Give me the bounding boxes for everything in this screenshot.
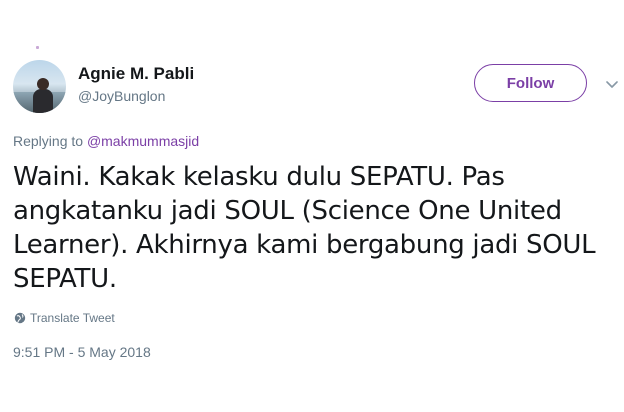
avatar-person-head [37, 78, 49, 90]
tweet-card: Agnie M. Pabli @JoyBunglon Follow Replyi… [0, 0, 624, 412]
tweet-timestamp[interactable]: 9:51 PM - 5 May 2018 [13, 344, 151, 360]
tweet-text: Waini. Kakak kelasku dulu SEPATU. Pas an… [13, 162, 596, 294]
avatar-person-body [33, 89, 53, 113]
reply-prefix: Replying to [13, 133, 87, 149]
translate-label: Translate Tweet [30, 311, 115, 325]
user-display-name[interactable]: Agnie M. Pabli [78, 64, 194, 84]
follow-button[interactable]: Follow [474, 64, 587, 102]
avatar[interactable] [13, 60, 66, 113]
reply-context: Replying to @makmummasjid [13, 133, 199, 149]
reply-mention-link[interactable]: @makmummasjid [87, 133, 199, 149]
decorative-dot [36, 46, 39, 49]
translate-tweet-link[interactable]: Translate Tweet [14, 311, 115, 325]
chevron-down-icon[interactable] [606, 80, 618, 90]
globe-icon [14, 312, 26, 324]
user-handle[interactable]: @JoyBunglon [78, 88, 165, 104]
